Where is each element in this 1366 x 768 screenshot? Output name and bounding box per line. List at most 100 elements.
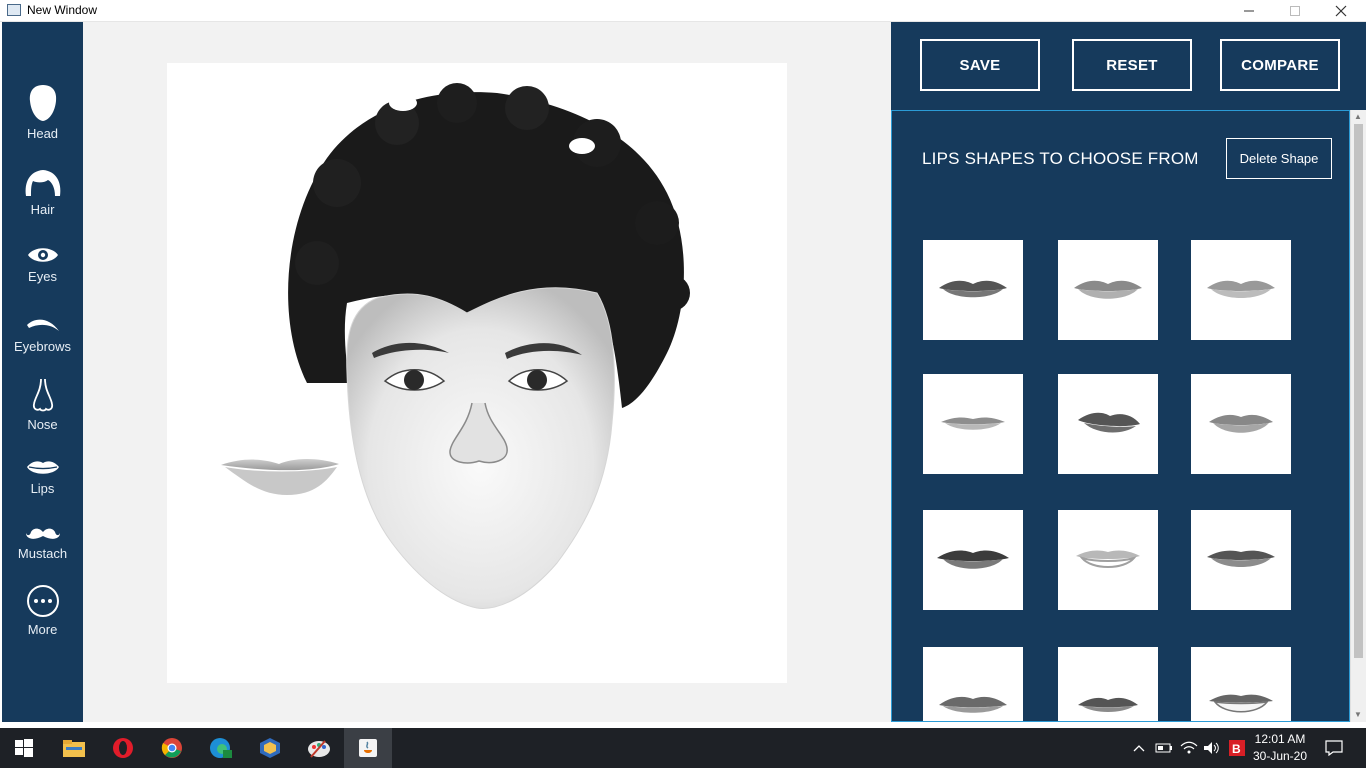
eyebrow-icon bbox=[26, 319, 59, 331]
lips-thumbnail[interactable] bbox=[1058, 240, 1158, 340]
lips-thumbnail[interactable] bbox=[1191, 374, 1291, 474]
sidebar-item-eyes[interactable]: Eyes bbox=[2, 245, 83, 284]
shapes-panel: LIPS SHAPES TO CHOOSE FROM Delete Shape bbox=[891, 110, 1350, 722]
lips-image bbox=[941, 417, 1005, 430]
scrollbar-thumb[interactable] bbox=[1354, 124, 1363, 658]
taskbar-edge[interactable] bbox=[197, 728, 245, 768]
svg-text:B: B bbox=[1232, 742, 1241, 756]
sidebar-item-label: Nose bbox=[27, 417, 58, 432]
sidebar-item-head[interactable]: Head bbox=[2, 84, 83, 141]
lips-image bbox=[1209, 414, 1273, 433]
taskbar-file-explorer[interactable] bbox=[50, 728, 98, 768]
paint-icon bbox=[308, 740, 330, 758]
reset-button[interactable]: RESET bbox=[1072, 39, 1192, 91]
taskbar-java-app[interactable] bbox=[344, 728, 392, 768]
lips-thumbnail[interactable] bbox=[1058, 510, 1158, 610]
hair-icon bbox=[25, 170, 60, 196]
sidebar-item-label: Head bbox=[26, 126, 59, 141]
sidebar-item-nose[interactable]: Nose bbox=[2, 377, 83, 432]
lips-thumbnail[interactable] bbox=[923, 374, 1023, 474]
maximize-button[interactable] bbox=[1272, 0, 1318, 22]
panel-scrollbar[interactable]: ▲ ▼ bbox=[1350, 110, 1366, 722]
lips-thumbnail[interactable] bbox=[923, 510, 1023, 610]
windows-start-icon bbox=[15, 739, 33, 757]
lips-image bbox=[939, 696, 1007, 713]
compare-button[interactable]: COMPARE bbox=[1220, 39, 1340, 91]
lips-image bbox=[1074, 280, 1142, 299]
lips-thumbnail[interactable] bbox=[1191, 240, 1291, 340]
head-icon bbox=[29, 85, 56, 121]
show-hidden-icons-button[interactable] bbox=[1130, 728, 1148, 768]
chrome-icon bbox=[161, 738, 182, 758]
tray-antivirus[interactable]: B bbox=[1226, 728, 1248, 768]
lips-icon bbox=[26, 461, 59, 474]
sidebar-item-lips[interactable]: Lips bbox=[2, 459, 83, 496]
opera-icon bbox=[113, 738, 133, 758]
lips-image bbox=[937, 550, 1009, 569]
sidebar-item-label: Eyebrows bbox=[13, 339, 72, 354]
title-bar: New Window bbox=[0, 0, 1366, 22]
clock-time: 12:01 AM bbox=[1254, 732, 1306, 746]
windows-start-button[interactable] bbox=[0, 728, 48, 768]
taskbar-clock[interactable]: 12:01 AM 30-Jun-20 bbox=[1248, 731, 1312, 765]
sidebar-item-hair[interactable]: Hair bbox=[2, 168, 83, 217]
sidebar-item-mustache[interactable]: Mustach bbox=[2, 526, 83, 561]
volume-icon bbox=[1204, 742, 1219, 754]
clock-date: 30-Jun-20 bbox=[1252, 749, 1308, 763]
battery-icon bbox=[1155, 743, 1172, 753]
taskbar-opera[interactable] bbox=[99, 728, 147, 768]
mustache-icon bbox=[25, 528, 60, 539]
taskbar-paint[interactable] bbox=[295, 728, 343, 768]
lips-image bbox=[1076, 550, 1140, 568]
tray-battery[interactable] bbox=[1153, 728, 1175, 768]
close-button[interactable] bbox=[1318, 0, 1364, 22]
wifi-icon bbox=[1180, 741, 1198, 754]
tray-volume[interactable] bbox=[1201, 728, 1223, 768]
delete-shape-button[interactable]: Delete Shape bbox=[1226, 138, 1332, 179]
edge-icon bbox=[210, 738, 232, 758]
sidebar-item-label: More bbox=[27, 622, 58, 637]
windows-taskbar: B 12:01 AM 30-Jun-20 bbox=[0, 728, 1366, 768]
antivirus-icon: B bbox=[1229, 740, 1245, 756]
lips-image bbox=[1078, 412, 1140, 433]
save-button[interactable]: SAVE bbox=[920, 39, 1040, 91]
lips-image bbox=[939, 280, 1007, 298]
panel-title: LIPS SHAPES TO CHOOSE FROM bbox=[922, 149, 1199, 168]
taskbar-virtualbox[interactable] bbox=[246, 728, 294, 768]
sidebar-item-label: Lips bbox=[30, 481, 55, 496]
lips-thumbnail[interactable] bbox=[1191, 647, 1291, 721]
lips-thumbnail[interactable] bbox=[923, 647, 1023, 721]
sidebar-item-label: Eyes bbox=[28, 269, 57, 284]
close-icon bbox=[1335, 5, 1347, 17]
java-icon bbox=[359, 739, 377, 757]
window-title: New Window bbox=[27, 3, 98, 17]
minimize-icon bbox=[1244, 10, 1254, 12]
lips-thumbnail[interactable] bbox=[1191, 510, 1291, 610]
eye-icon bbox=[27, 248, 58, 262]
lips-shape-on-canvas[interactable] bbox=[221, 459, 339, 495]
lips-thumbnail[interactable] bbox=[1058, 374, 1158, 474]
sidebar-item-label: Hair bbox=[30, 202, 55, 217]
lips-thumbnail[interactable] bbox=[1058, 647, 1158, 721]
taskbar-chrome[interactable] bbox=[148, 728, 196, 768]
action-center-button[interactable] bbox=[1320, 728, 1348, 768]
nose-icon bbox=[32, 378, 53, 412]
minimize-button[interactable] bbox=[1226, 0, 1272, 22]
lips-image bbox=[1207, 550, 1275, 567]
sidebar-item-eyebrows[interactable]: Eyebrows bbox=[2, 315, 83, 354]
notification-icon bbox=[1325, 740, 1343, 756]
workspace bbox=[83, 22, 891, 722]
feature-sidebar: Head Hair Eyes Eyebrows Nose Lips Mustac… bbox=[2, 22, 83, 722]
lips-image bbox=[1209, 694, 1273, 713]
more-icon bbox=[26, 585, 59, 617]
maximize-icon bbox=[1290, 6, 1300, 16]
scroll-down-icon[interactable]: ▼ bbox=[1354, 710, 1362, 719]
tray-wifi[interactable] bbox=[1178, 728, 1200, 768]
sidebar-item-label: Mustach bbox=[17, 546, 68, 561]
lips-thumbnail[interactable] bbox=[923, 240, 1023, 340]
sidebar-item-more[interactable]: More bbox=[2, 584, 83, 637]
virtualbox-icon bbox=[260, 738, 280, 758]
scroll-up-icon[interactable]: ▲ bbox=[1354, 112, 1362, 121]
chevron-up-icon bbox=[1133, 745, 1145, 752]
face-canvas[interactable] bbox=[167, 63, 787, 683]
